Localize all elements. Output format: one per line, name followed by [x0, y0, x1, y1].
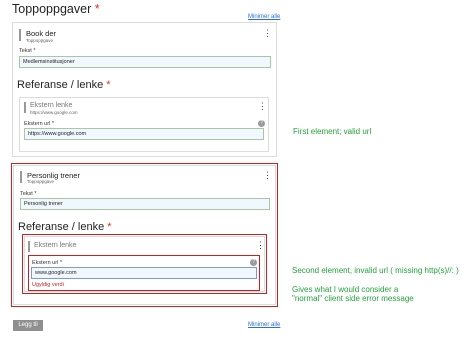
text-label: Tekst * [20, 191, 37, 197]
text-input[interactable]: Personlig trener [20, 198, 270, 210]
card-book-der: Book der Toppoppgave ⋮ Tekst * Medlemsin… [12, 22, 277, 157]
ext-link-title: Ekstern lenke [30, 102, 73, 109]
external-link-card: Ekstern lenke https://www.google.com ⋮ E… [19, 97, 269, 152]
kebab-menu-icon[interactable]: ⋮ [263, 171, 272, 180]
text-label: Tekst * [19, 48, 36, 54]
ext-link-subtitle: https://www.google.com [30, 110, 78, 115]
annotation-first: First element; valid url [293, 127, 372, 136]
drag-handle[interactable] [20, 171, 22, 183]
minimize-all-link-top[interactable]: Minimer alle [248, 14, 280, 20]
url-label: Ekstern url * [32, 260, 62, 266]
drag-handle[interactable] [28, 241, 30, 252]
annotation-second: Second element, invalid url ( missing ht… [292, 266, 459, 275]
minimize-all-link-bottom[interactable]: Minimer alle [248, 322, 280, 328]
card-subtitle: Toppoppgave [27, 179, 55, 184]
url-input[interactable]: www.google.com [31, 267, 257, 279]
page-title: Toppoppgaver * [12, 2, 100, 16]
drag-handle[interactable] [24, 102, 26, 113]
url-input[interactable]: https://www.google.com [24, 128, 264, 140]
section-heading: Referanse / lenke * [17, 79, 111, 91]
drag-handle[interactable] [19, 29, 21, 41]
url-label: Ekstern url * [24, 121, 54, 127]
ext-link-title: Ekstern lenke [34, 242, 77, 249]
kebab-menu-icon[interactable]: ⋮ [256, 241, 265, 250]
kebab-menu-icon[interactable]: ⋮ [258, 102, 267, 111]
text-input[interactable]: Medlemsinstitusjoner [19, 56, 271, 68]
annotation-third-line2: "normal" client side error message [292, 294, 414, 303]
section-heading: Referanse / lenke * [18, 221, 112, 233]
help-icon[interactable]: ? [250, 259, 257, 266]
card-subtitle: Toppoppgave [26, 38, 54, 43]
error-message: Ugyldig verdi [32, 282, 64, 288]
card-title: Book der [26, 29, 57, 38]
help-icon[interactable]: ? [258, 120, 265, 127]
add-button[interactable]: Legg til [13, 320, 43, 331]
kebab-menu-icon[interactable]: ⋮ [263, 29, 272, 38]
